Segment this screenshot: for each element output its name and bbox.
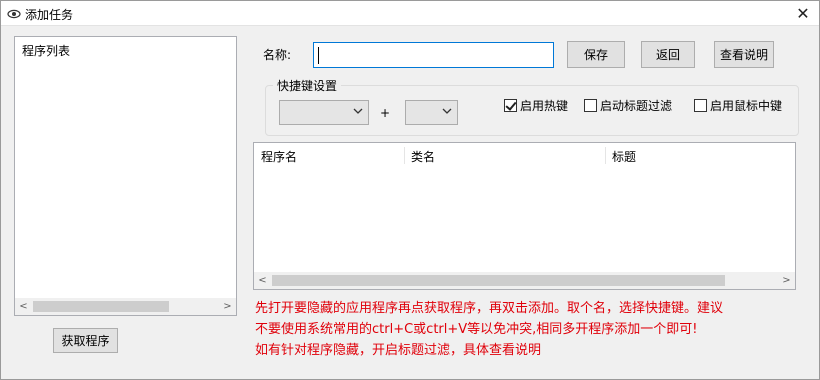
checkbox-checked-icon[interactable] (504, 99, 517, 112)
program-list-scrollbar[interactable]: < > (15, 298, 236, 315)
fetch-programs-button[interactable]: 获取程序 (53, 328, 118, 353)
enable-hotkey-checkbox[interactable]: 启用热键 (504, 97, 568, 114)
hint-line-2: 不要使用系统常用的ctrl+C或ctrl+V等以免冲突,相同多开程序添加一个即可… (255, 322, 698, 337)
hotkey-group-title: 快捷键设置 (273, 77, 342, 94)
scrollbar-thumb[interactable] (272, 275, 725, 286)
scroll-left-icon[interactable]: < (15, 298, 32, 315)
checkbox-icon[interactable] (584, 99, 597, 112)
middle-click-label: 启用鼠标中键 (710, 99, 783, 113)
chevron-down-icon (353, 108, 363, 114)
add-task-window: 添加任务 ✕ 程序列表 < > 获取程序 名称: 保存 返回 查看说明 快捷键设… (0, 0, 820, 380)
title-bar[interactable]: 添加任务 ✕ (1, 1, 819, 26)
program-table[interactable]: 程序名 类名 标题 < > (253, 142, 796, 290)
window-title: 添加任务 (25, 8, 74, 22)
name-label: 名称: (263, 48, 292, 62)
column-divider[interactable] (404, 147, 405, 164)
save-button[interactable]: 保存 (567, 41, 625, 68)
scrollbar-thumb[interactable] (33, 301, 169, 312)
plus-sign: + (380, 106, 391, 120)
eye-icon (7, 9, 21, 19)
program-list-label: 程序列表 (22, 44, 71, 58)
hint-line-1: 先打开要隐藏的应用程序再点获取程序，再双击添加。取个名，选择快捷键。建议 (255, 301, 724, 316)
scroll-right-icon[interactable]: > (219, 298, 236, 315)
name-field[interactable] (313, 42, 554, 68)
column-divider[interactable] (605, 147, 606, 164)
program-list[interactable]: 程序列表 < > (14, 36, 237, 316)
enable-hotkey-label: 启用热键 (520, 99, 569, 113)
column-header-title[interactable]: 标题 (612, 148, 636, 165)
column-header-class-name[interactable]: 类名 (411, 148, 435, 165)
chevron-down-icon (442, 108, 452, 114)
scroll-left-icon[interactable]: < (254, 272, 271, 289)
modifier-select[interactable] (279, 100, 369, 125)
table-scrollbar[interactable]: < > (254, 272, 795, 289)
key-select[interactable] (405, 100, 458, 125)
title-filter-checkbox[interactable]: 启动标题过滤 (584, 97, 672, 114)
close-icon[interactable]: ✕ (793, 4, 813, 24)
title-filter-label: 启动标题过滤 (600, 99, 673, 113)
checkbox-icon[interactable] (694, 99, 707, 112)
middle-click-checkbox[interactable]: 启用鼠标中键 (694, 97, 782, 114)
column-header-program-name[interactable]: 程序名 (261, 148, 297, 165)
back-button[interactable]: 返回 (641, 41, 695, 68)
text-caret (318, 47, 319, 64)
scroll-right-icon[interactable]: > (778, 272, 795, 289)
hint-line-3: 如有针对程序隐藏，开启标题过滤，具体查看说明 (255, 343, 542, 358)
help-button[interactable]: 查看说明 (714, 41, 774, 68)
